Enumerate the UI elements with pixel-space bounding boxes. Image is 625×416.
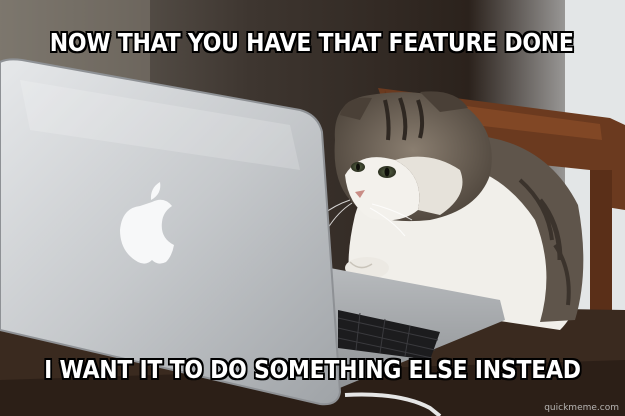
bottom-caption: I WANT IT TO DO SOMETHING ELSE INSTEAD [44,355,581,384]
watermark: quickmeme.com [544,403,619,413]
photo-scene [0,0,625,416]
top-caption: NOW THAT YOU HAVE THAT FEATURE DONE [49,28,574,57]
meme-image: NOW THAT YOU HAVE THAT FEATURE DONE I WA… [0,0,625,416]
